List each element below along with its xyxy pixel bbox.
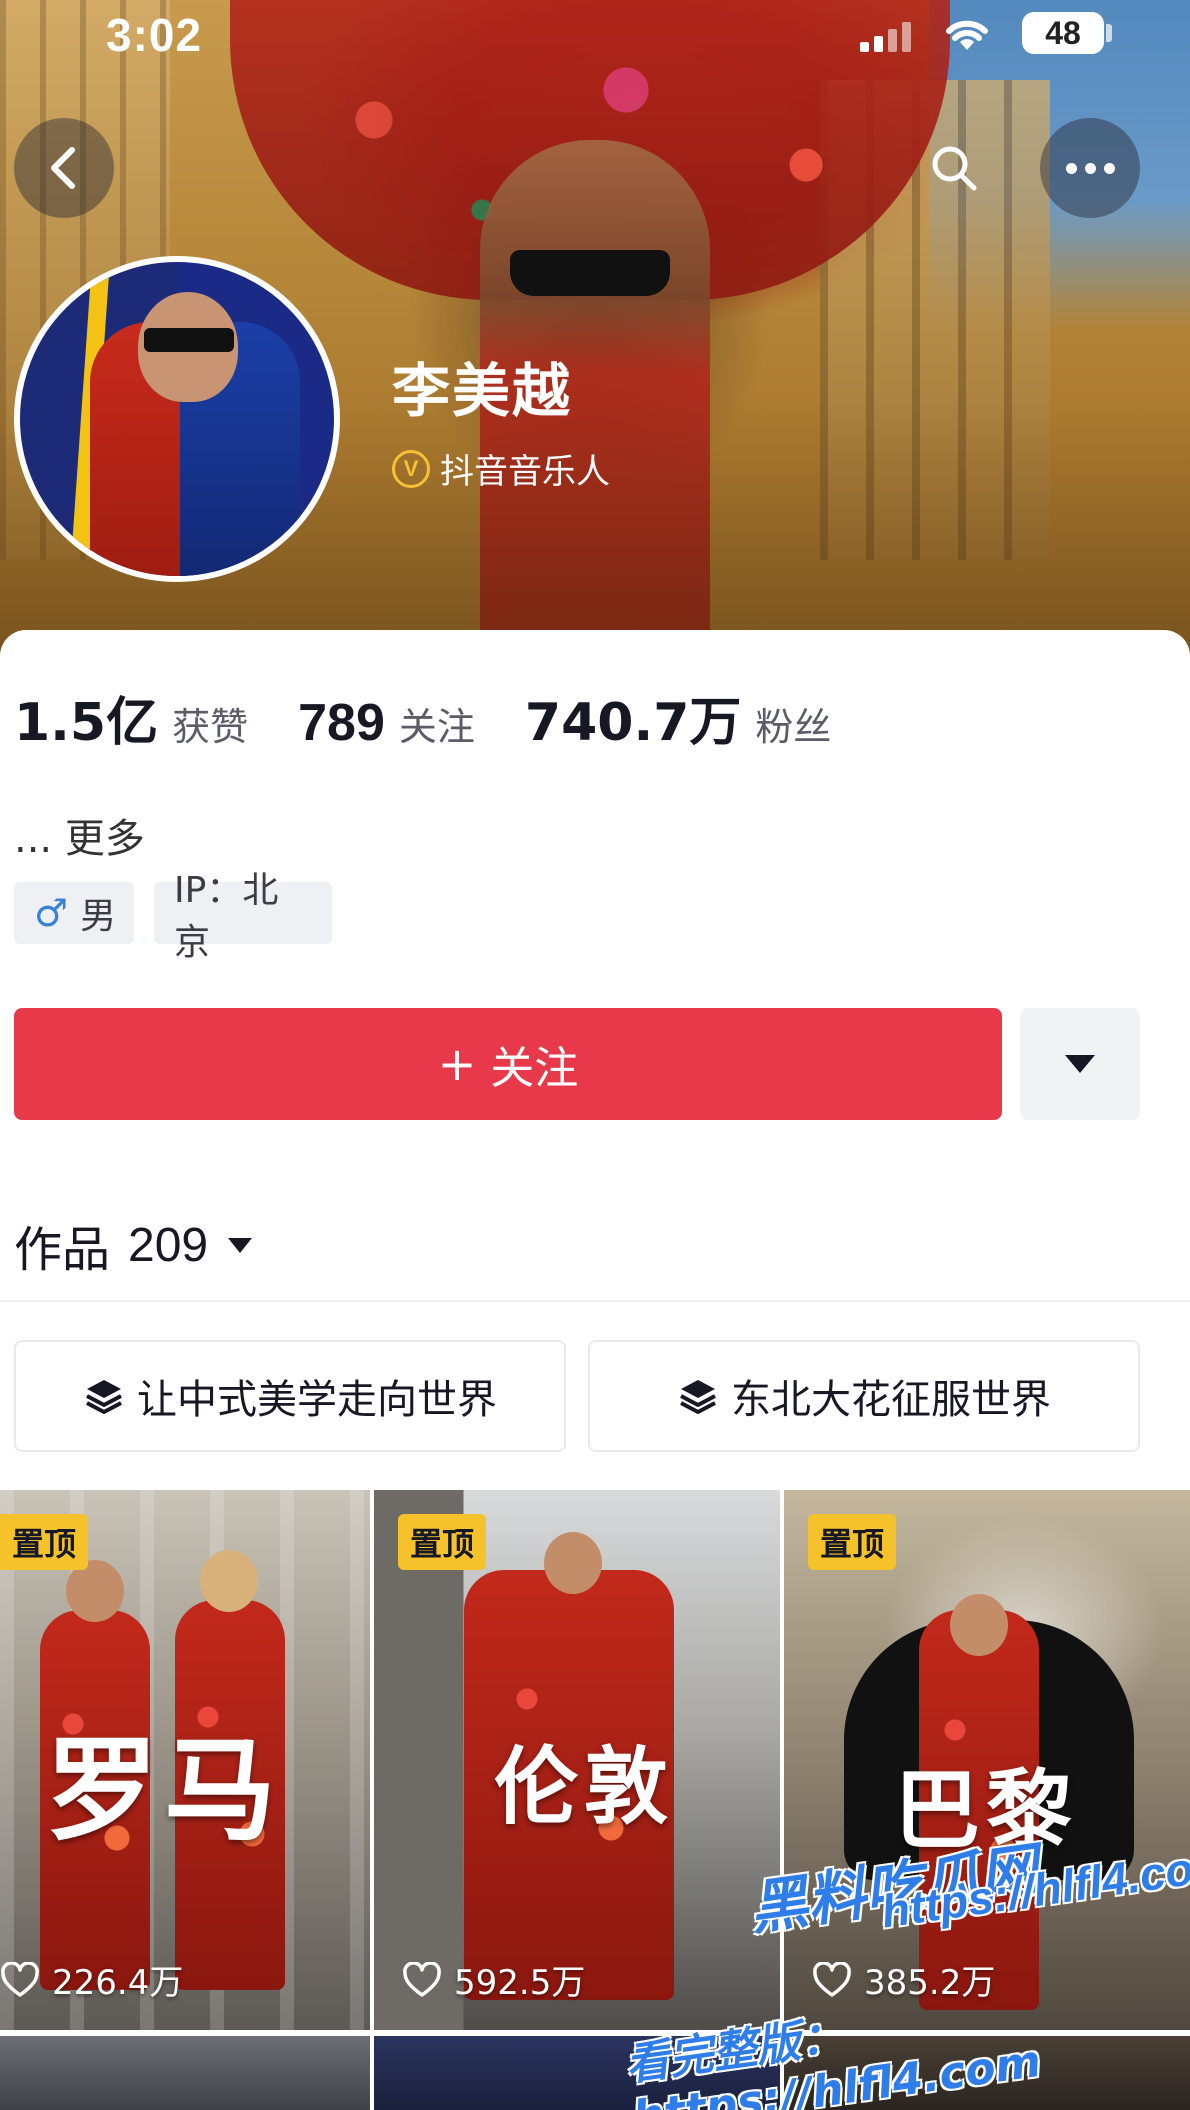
wifi-icon xyxy=(946,20,988,50)
follow-button[interactable]: + 关注 xyxy=(14,1008,1002,1120)
search-icon xyxy=(932,146,977,191)
collection-northeast-floral[interactable]: 东北大花征服世界 xyxy=(588,1340,1140,1452)
collection-chinese-aesthetics[interactable]: 让中式美学走向世界 xyxy=(14,1340,566,1452)
stat-following[interactable]: 789 关注 xyxy=(298,693,475,753)
pinned-badge: 置顶 xyxy=(398,1514,487,1570)
works-count: 209 xyxy=(128,1218,209,1272)
stat-followers-value: 740.7万 xyxy=(524,693,742,753)
male-icon: ♂ xyxy=(34,891,69,935)
heart-icon xyxy=(813,1961,851,1997)
more-horizontal-icon xyxy=(1065,162,1115,174)
status-time: 3:02 xyxy=(106,9,203,61)
stat-followers[interactable]: 740.7万 粉丝 xyxy=(525,680,832,755)
video-title: 伦敦 xyxy=(494,1738,675,1836)
search-button[interactable] xyxy=(904,118,1004,218)
bio-more-link[interactable]: ... 更多 xyxy=(14,806,145,864)
stat-likes-label: 获赞 xyxy=(172,705,249,749)
works-label: 作品 xyxy=(14,1222,111,1278)
back-button[interactable] xyxy=(14,118,114,218)
video-tile-partial[interactable] xyxy=(0,2036,370,2110)
plus-icon: + xyxy=(437,1037,477,1091)
heart-icon xyxy=(403,1961,441,1997)
profile-name: 李美越 xyxy=(392,357,573,425)
stats-row: 1.5亿 获赞 789 关注 740.7万 粉丝 xyxy=(14,680,881,755)
ip-location-label: IP：北京 xyxy=(174,870,279,963)
verification-label: 抖音音乐人 xyxy=(440,452,610,492)
like-count: 592.5万 xyxy=(402,1955,585,2004)
collection-label: 让中式美学走向世界 xyxy=(137,1377,497,1423)
more-button[interactable] xyxy=(1040,118,1140,218)
works-tab[interactable]: 作品 209 xyxy=(14,1210,253,1280)
pinned-badge: 置顶 xyxy=(808,1514,897,1570)
layers-icon xyxy=(680,1380,716,1414)
video-tile-rome[interactable]: 置顶 罗马 226.4万 xyxy=(0,1490,370,2030)
verification-row: V 抖音音乐人 xyxy=(392,444,610,493)
caret-down-icon xyxy=(1065,1055,1095,1073)
verified-badge-icon: V xyxy=(392,449,430,488)
video-tile-london[interactable]: 置顶 伦敦 592.5万 xyxy=(374,1490,780,2030)
video-title: 罗马 xyxy=(46,1726,282,1856)
gender-tag: ♂ 男 xyxy=(14,882,134,944)
ip-location-tag: IP：北京 xyxy=(154,870,332,963)
stat-likes[interactable]: 1.5亿 获赞 xyxy=(14,680,248,755)
stat-following-label: 关注 xyxy=(398,705,475,749)
stat-followers-label: 粉丝 xyxy=(755,705,832,749)
battery-indicator: 48 xyxy=(1022,12,1104,54)
layers-icon xyxy=(86,1380,122,1414)
stat-likes-value: 1.5亿 xyxy=(14,693,159,753)
cellular-signal-icon xyxy=(860,20,916,52)
pinned-badge: 置顶 xyxy=(0,1514,89,1570)
collection-label: 东北大花征服世界 xyxy=(731,1377,1051,1423)
caret-down-icon xyxy=(228,1237,253,1253)
video-tile-paris[interactable]: 置顶 巴黎 385.2万 xyxy=(784,1490,1190,2030)
divider xyxy=(0,1300,1190,1302)
heart-icon xyxy=(1,1961,39,1997)
recommend-dropdown-button[interactable] xyxy=(1020,1008,1140,1120)
gender-label: 男 xyxy=(80,896,117,937)
stat-following-value: 789 xyxy=(298,694,385,752)
like-count-value: 592.5万 xyxy=(454,1963,586,2003)
avatar[interactable] xyxy=(14,256,340,582)
like-count: 226.4万 xyxy=(0,1955,183,2004)
banner-sunglasses xyxy=(510,250,670,296)
follow-label: 关注 xyxy=(490,1043,579,1094)
chevron-left-icon xyxy=(51,147,75,189)
like-count-value: 226.4万 xyxy=(52,1963,184,2003)
